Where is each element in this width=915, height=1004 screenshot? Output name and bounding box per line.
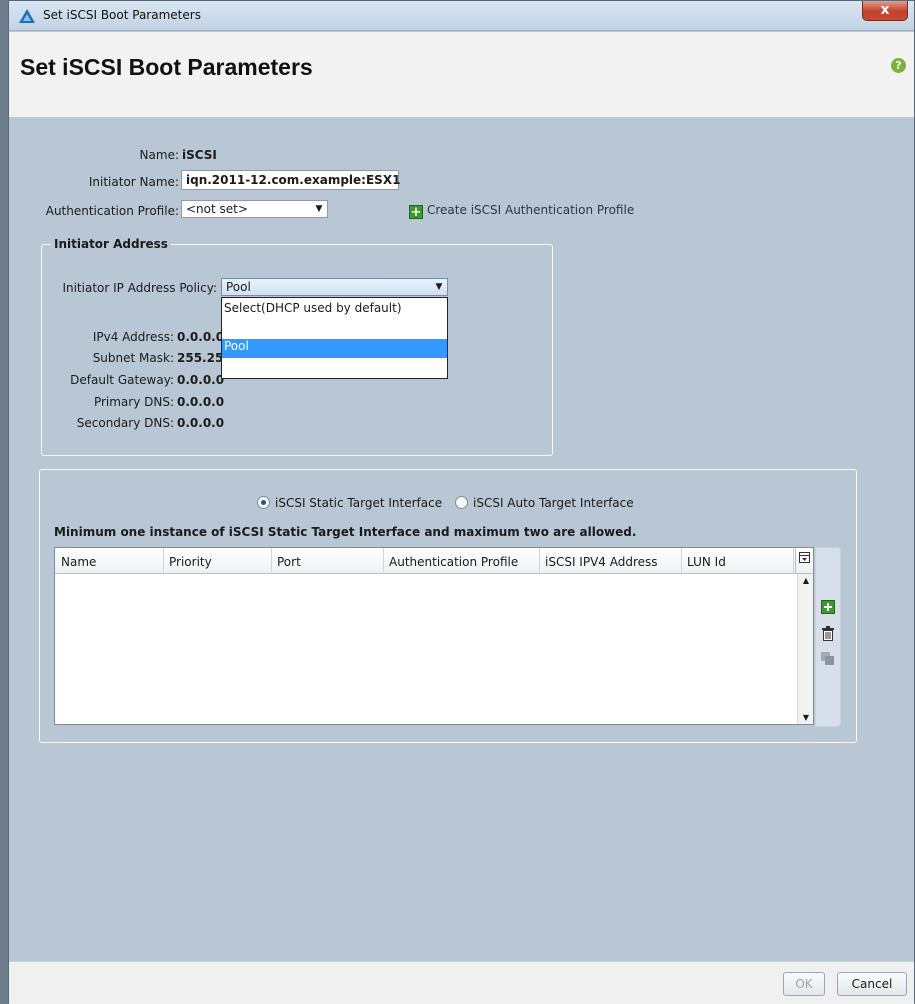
help-icon[interactable]: ? [891, 58, 906, 73]
create-auth-profile-link[interactable]: + Create iSCSI Authentication Profile [409, 203, 634, 219]
gateway-value: 0.0.0.0 [177, 373, 225, 387]
initiator-address-title: Initiator Address [51, 237, 171, 251]
title-bar: Set iSCSI Boot Parameters x [9, 1, 914, 31]
radio-selected-icon [257, 496, 270, 509]
create-auth-profile-label: Create iSCSI Authentication Profile [427, 203, 635, 217]
secondary-dns-value: 0.0.0.0 [177, 416, 225, 430]
gateway-label: Default Gateway: [70, 373, 174, 387]
subnet-label: Subnet Mask: [92, 351, 174, 365]
add-row-icon[interactable] [820, 600, 836, 616]
app-icon [19, 9, 35, 26]
copy-icon [820, 652, 836, 668]
auth-profile-select[interactable]: <not set> ▼ [181, 200, 328, 218]
column-header[interactable]: Port [277, 555, 301, 569]
column-separator [271, 548, 272, 574]
initiator-name-field[interactable]: iqn.2011-12.com.example:ESX1 [181, 170, 400, 190]
delete-icon[interactable] [820, 626, 836, 642]
table-scrollbar[interactable]: ▲ ▼ [797, 574, 813, 724]
dialog-footer: OK Cancel [9, 961, 914, 1004]
column-header[interactable]: Name [61, 555, 96, 569]
primary-dns-value: 0.0.0.0 [177, 395, 225, 409]
ip-policy-label: Initiator IP Address Policy: [62, 281, 217, 295]
ip-policy-value: Pool [226, 280, 251, 294]
column-chooser-icon[interactable] [795, 548, 813, 573]
ipv4-value: 0.0.0.0 [177, 330, 225, 344]
static-target-radio[interactable]: iSCSI Static Target Interface [257, 496, 442, 510]
window-title: Set iSCSI Boot Parameters [43, 8, 201, 22]
auth-profile-label: Authentication Profile: [45, 204, 179, 218]
add-icon: + [409, 205, 423, 220]
column-separator [793, 548, 794, 574]
radio-unselected-icon [455, 496, 468, 509]
column-separator [383, 548, 384, 574]
page-title: Set iSCSI Boot Parameters [20, 54, 313, 80]
static-target-label: iSCSI Static Target Interface [275, 496, 443, 510]
column-separator [539, 548, 540, 574]
name-label: Name: [139, 148, 179, 162]
ip-policy-dropdown-list: Select(DHCP used by default) Pool [221, 297, 448, 379]
name-value: iSCSI [182, 148, 217, 162]
column-header[interactable]: LUN Id [687, 555, 726, 569]
auto-target-radio[interactable]: iSCSI Auto Target Interface [455, 496, 634, 510]
chevron-down-icon: ▼ [435, 282, 443, 292]
primary-dns-label: Primary DNS: [93, 395, 174, 409]
ok-button[interactable]: OK [783, 972, 825, 996]
column-separator [681, 548, 682, 574]
dropdown-option[interactable]: Select(DHCP used by default) [222, 301, 447, 315]
auto-target-label: iSCSI Auto Target Interface [473, 496, 634, 510]
scroll-down-icon[interactable]: ▼ [798, 713, 814, 722]
column-header[interactable]: iSCSI IPV4 Address [545, 555, 658, 569]
dropdown-option[interactable] [222, 320, 447, 338]
dropdown-option-selected[interactable]: Pool [222, 339, 447, 358]
ipv4-label: IPv4 Address: [92, 330, 174, 344]
auth-profile-value: <not set> [186, 202, 248, 216]
initiator-name-label: Initiator Name: [88, 175, 179, 189]
chevron-down-icon: ▼ [315, 204, 323, 214]
close-button[interactable]: x [862, 1, 908, 21]
scroll-up-icon[interactable]: ▲ [798, 576, 814, 585]
cancel-button[interactable]: Cancel [837, 972, 907, 996]
dialog-window: Set iSCSI Boot Parameters x Set iSCSI Bo… [8, 0, 915, 1004]
column-separator [163, 548, 164, 574]
column-header[interactable]: Authentication Profile [389, 555, 518, 569]
dialog-header: Set iSCSI Boot Parameters ? [9, 32, 914, 118]
target-table: Name Priority Port Authentication Profil… [54, 547, 814, 725]
target-note: Minimum one instance of iSCSI Static Tar… [54, 525, 637, 539]
table-header: Name Priority Port Authentication Profil… [55, 548, 813, 574]
table-toolbar [815, 547, 841, 727]
ip-policy-select[interactable]: Pool ▼ [221, 278, 448, 296]
secondary-dns-label: Secondary DNS: [76, 416, 174, 430]
column-header[interactable]: Priority [169, 555, 212, 569]
